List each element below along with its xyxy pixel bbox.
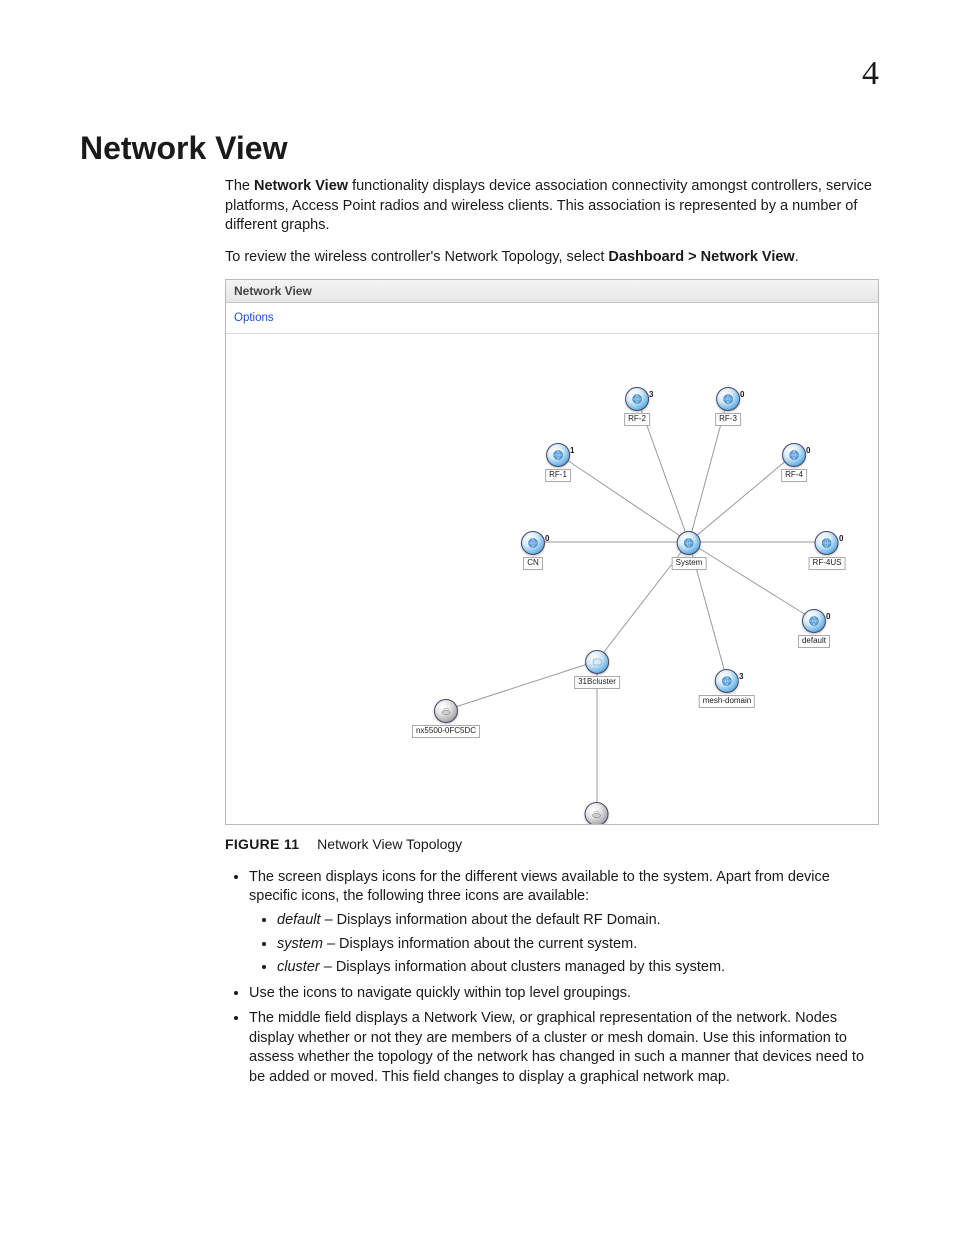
- topology-node-cn[interactable]: 0CN: [521, 531, 545, 570]
- topology-node-rf4us[interactable]: 0 RF-4US: [809, 531, 846, 570]
- topology-node-cluster[interactable]: 31Bcluster: [574, 650, 620, 689]
- topology-node-rf3[interactable]: 0 RF-3: [715, 387, 741, 426]
- term: cluster: [277, 959, 320, 975]
- node-badge: 1: [570, 446, 574, 457]
- topology-node-nx5500[interactable]: nx5500-0FC5DC: [412, 699, 480, 738]
- node-badge: 0: [806, 446, 810, 457]
- node-badge: 0: [740, 390, 744, 401]
- panel-toolbar: Options: [226, 303, 878, 334]
- bullet-text: The screen displays icons for the differ…: [249, 869, 830, 905]
- topology-node-default[interactable]: 0 default: [798, 609, 830, 648]
- topology-node-nx9500[interactable]: nx9500-0C9848: [565, 802, 630, 824]
- network-view-panel: Network View Options System 3 RF-2 0 RF-3 1 RF…: [225, 279, 879, 825]
- sub-bullet-list: default – Displays information about the…: [249, 911, 879, 978]
- options-link[interactable]: Options: [234, 312, 274, 324]
- panel-titlebar: Network View: [226, 280, 878, 303]
- topology-canvas: System3RF-20RF-31RF-10RF-40CN0RF-4US0def…: [226, 334, 878, 824]
- globe-icon: [782, 443, 806, 467]
- nav-instruction: To review the wireless controller's Netw…: [225, 248, 879, 268]
- globe-icon: [715, 669, 739, 693]
- list-item: default – Displays information about the…: [277, 911, 879, 931]
- globe-icon: [815, 531, 839, 555]
- node-badge: 0: [839, 534, 843, 545]
- topology-node-rf1[interactable]: 1 RF-1: [545, 443, 571, 482]
- node-label: default: [798, 635, 830, 648]
- device-icon: [585, 802, 609, 824]
- figure-number: FIGURE 11: [225, 836, 299, 852]
- globe-icon: [716, 387, 740, 411]
- node-label: RF-2: [624, 413, 650, 426]
- globe-icon: [625, 387, 649, 411]
- device-icon: [434, 699, 458, 723]
- node-label: RF-3: [715, 413, 741, 426]
- globe-icon: [677, 531, 701, 555]
- globe-icon: [546, 443, 570, 467]
- desc: – Displays information about clusters ma…: [320, 959, 725, 975]
- node-label: nx5500-0FC5DC: [412, 725, 480, 738]
- section-heading: Network View: [80, 130, 879, 167]
- globe-icon: [802, 609, 826, 633]
- node-label: System: [672, 557, 707, 570]
- node-badge: 0: [826, 612, 830, 623]
- topology-node-system[interactable]: System: [672, 531, 707, 570]
- topology-node-rf4[interactable]: 0 RF-4: [781, 443, 807, 482]
- node-label: mesh-domain: [699, 695, 755, 708]
- node-badge: 0: [545, 534, 549, 545]
- node-badge: 3: [739, 672, 743, 683]
- list-item: The screen displays icons for the differ…: [249, 868, 879, 978]
- term: default: [277, 912, 321, 928]
- node-label: 31Bcluster: [574, 676, 620, 689]
- node-label: RF-4: [781, 469, 807, 482]
- node-badge: 3: [649, 390, 653, 401]
- list-item: Use the icons to navigate quickly within…: [249, 984, 879, 1004]
- topology-edges: [226, 334, 878, 824]
- list-item: cluster – Displays information about clu…: [277, 958, 879, 978]
- desc: – Displays information about the current…: [323, 936, 637, 952]
- term: system: [277, 936, 323, 952]
- figure-caption-text: Network View Topology: [317, 836, 462, 852]
- cluster-icon: [585, 650, 609, 674]
- list-item: The middle field displays a Network View…: [249, 1009, 879, 1087]
- chapter-number: 4: [862, 55, 879, 93]
- node-label: RF-1: [545, 469, 571, 482]
- node-label: CN: [523, 557, 543, 570]
- list-item: system – Displays information about the …: [277, 935, 879, 955]
- figure-caption: FIGURE 11 Network View Topology: [225, 835, 879, 854]
- intro-paragraph: The Network View functionality displays …: [225, 177, 879, 236]
- topology-node-rf2[interactable]: 3 RF-2: [624, 387, 650, 426]
- topology-node-mesh[interactable]: 3 mesh-domain: [699, 669, 755, 708]
- desc: – Displays information about the default…: [321, 912, 661, 928]
- bullet-list: The screen displays icons for the differ…: [225, 868, 879, 1088]
- node-label: RF-4US: [809, 557, 846, 570]
- globe-icon: [521, 531, 545, 555]
